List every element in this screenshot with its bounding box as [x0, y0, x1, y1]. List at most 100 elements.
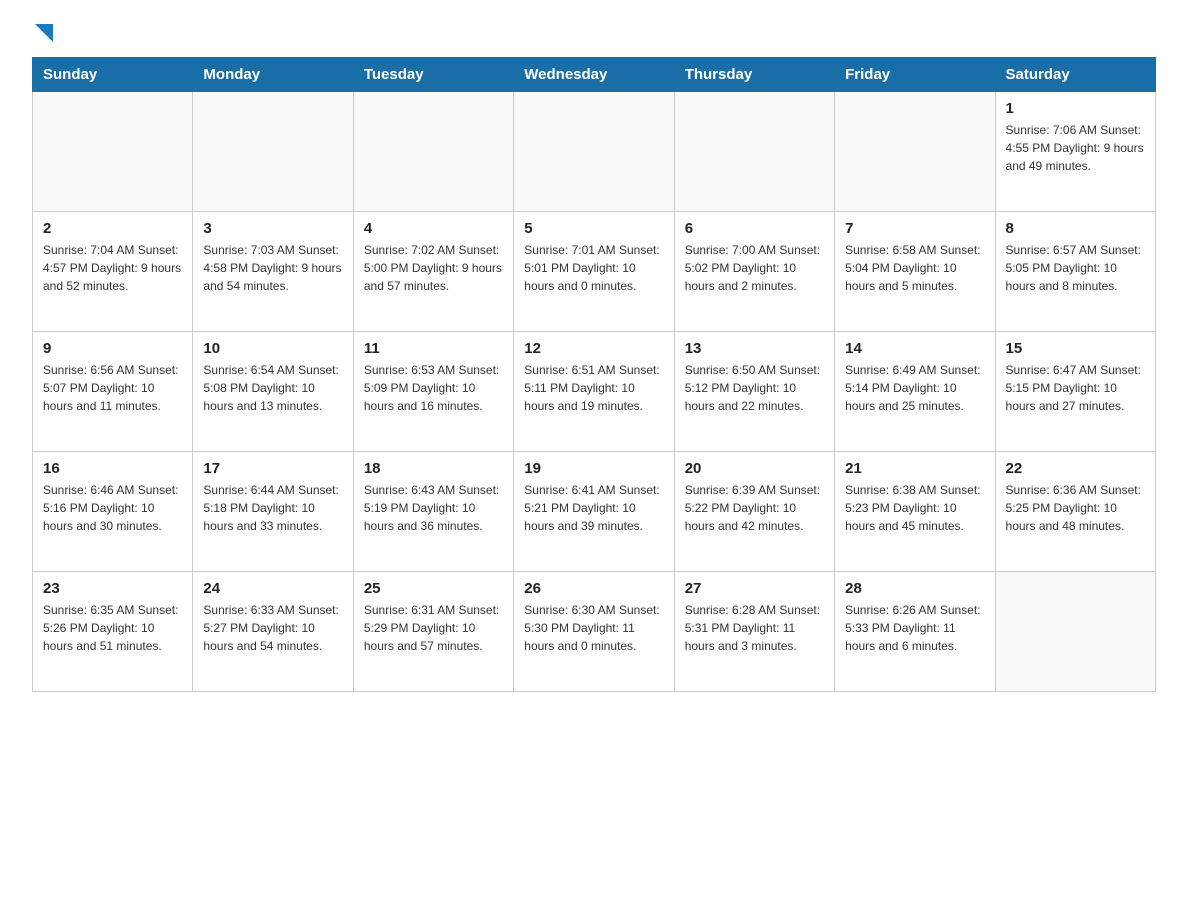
day-info: Sunrise: 6:30 AM Sunset: 5:30 PM Dayligh… — [524, 601, 663, 655]
day-number: 16 — [43, 460, 182, 477]
day-info: Sunrise: 6:36 AM Sunset: 5:25 PM Dayligh… — [1006, 481, 1145, 535]
logo — [32, 24, 53, 45]
day-info: Sunrise: 7:03 AM Sunset: 4:58 PM Dayligh… — [203, 241, 342, 295]
week-row-2: 2 Sunrise: 7:04 AM Sunset: 4:57 PM Daylig… — [33, 212, 1156, 332]
weekday-header-thursday: Thursday — [674, 58, 834, 92]
calendar-cell: 13Sunrise: 6:50 AM Sunset: 5:12 PM Dayli… — [674, 332, 834, 452]
day-info: Sunrise: 6:51 AM Sunset: 5:11 PM Dayligh… — [524, 361, 663, 415]
calendar-cell: 25 Sunrise: 6:31 AM Sunset: 5:29 PM Dayli… — [353, 572, 513, 692]
calendar-cell: 1Sunrise: 7:06 AM Sunset: 4:55 PM Daylig… — [995, 92, 1155, 212]
day-info: Sunrise: 6:26 AM Sunset: 5:33 PM Dayligh… — [845, 601, 984, 655]
calendar-cell: 5 Sunrise: 7:01 AM Sunset: 5:01 PM Daylig… — [514, 212, 674, 332]
day-number: 19 — [524, 460, 663, 477]
day-number: 2 — [43, 220, 182, 237]
weekday-header-friday: Friday — [835, 58, 995, 92]
day-number: 24 — [203, 580, 342, 597]
calendar-cell: 8 Sunrise: 6:57 AM Sunset: 5:05 PM Daylig… — [995, 212, 1155, 332]
calendar-cell: 26 Sunrise: 6:30 AM Sunset: 5:30 PM Dayli… — [514, 572, 674, 692]
day-number: 18 — [364, 460, 503, 477]
day-number: 5 — [524, 220, 663, 237]
calendar-cell: 4 Sunrise: 7:02 AM Sunset: 5:00 PM Daylig… — [353, 212, 513, 332]
day-info: Sunrise: 6:49 AM Sunset: 5:14 PM Dayligh… — [845, 361, 984, 415]
week-row-5: 23 Sunrise: 6:35 AM Sunset: 5:26 PM Dayli… — [33, 572, 1156, 692]
calendar-cell — [514, 92, 674, 212]
day-info: Sunrise: 6:35 AM Sunset: 5:26 PM Dayligh… — [43, 601, 182, 655]
calendar-cell: 20 Sunrise: 6:39 AM Sunset: 5:22 PM Dayli… — [674, 452, 834, 572]
weekday-header-saturday: Saturday — [995, 58, 1155, 92]
week-row-3: 9Sunrise: 6:56 AM Sunset: 5:07 PM Daylig… — [33, 332, 1156, 452]
calendar-cell — [33, 92, 193, 212]
calendar-body: 1Sunrise: 7:06 AM Sunset: 4:55 PM Daylig… — [33, 92, 1156, 692]
calendar-cell: 2 Sunrise: 7:04 AM Sunset: 4:57 PM Daylig… — [33, 212, 193, 332]
day-number: 12 — [524, 340, 663, 357]
day-number: 15 — [1006, 340, 1145, 357]
calendar-cell: 3 Sunrise: 7:03 AM Sunset: 4:58 PM Daylig… — [193, 212, 353, 332]
day-number: 23 — [43, 580, 182, 597]
day-number: 26 — [524, 580, 663, 597]
calendar-cell: 6 Sunrise: 7:00 AM Sunset: 5:02 PM Daylig… — [674, 212, 834, 332]
day-number: 14 — [845, 340, 984, 357]
day-number: 20 — [685, 460, 824, 477]
day-info: Sunrise: 6:43 AM Sunset: 5:19 PM Dayligh… — [364, 481, 503, 535]
day-number: 28 — [845, 580, 984, 597]
week-row-1: 1Sunrise: 7:06 AM Sunset: 4:55 PM Daylig… — [33, 92, 1156, 212]
calendar-cell: 9Sunrise: 6:56 AM Sunset: 5:07 PM Daylig… — [33, 332, 193, 452]
calendar-cell: 19 Sunrise: 6:41 AM Sunset: 5:21 PM Dayli… — [514, 452, 674, 572]
day-info: Sunrise: 6:41 AM Sunset: 5:21 PM Dayligh… — [524, 481, 663, 535]
logo-triangle-icon — [35, 24, 53, 47]
calendar-table: SundayMondayTuesdayWednesdayThursdayFrid… — [32, 57, 1156, 692]
calendar-cell: 24 Sunrise: 6:33 AM Sunset: 5:27 PM Dayli… — [193, 572, 353, 692]
calendar-cell: 7Sunrise: 6:58 AM Sunset: 5:04 PM Daylig… — [835, 212, 995, 332]
calendar-cell: 22 Sunrise: 6:36 AM Sunset: 5:25 PM Dayli… — [995, 452, 1155, 572]
weekday-header-sunday: Sunday — [33, 58, 193, 92]
calendar-cell: 28 Sunrise: 6:26 AM Sunset: 5:33 PM Dayli… — [835, 572, 995, 692]
day-info: Sunrise: 6:31 AM Sunset: 5:29 PM Dayligh… — [364, 601, 503, 655]
calendar-cell — [193, 92, 353, 212]
calendar-cell — [353, 92, 513, 212]
day-number: 21 — [845, 460, 984, 477]
day-info: Sunrise: 7:00 AM Sunset: 5:02 PM Dayligh… — [685, 241, 824, 295]
day-info: Sunrise: 6:57 AM Sunset: 5:05 PM Dayligh… — [1006, 241, 1145, 295]
weekday-header-tuesday: Tuesday — [353, 58, 513, 92]
day-number: 17 — [203, 460, 342, 477]
day-info: Sunrise: 7:04 AM Sunset: 4:57 PM Dayligh… — [43, 241, 182, 295]
calendar-cell — [835, 92, 995, 212]
weekday-header-wednesday: Wednesday — [514, 58, 674, 92]
day-number: 4 — [364, 220, 503, 237]
day-info: Sunrise: 7:01 AM Sunset: 5:01 PM Dayligh… — [524, 241, 663, 295]
calendar-cell: 10 Sunrise: 6:54 AM Sunset: 5:08 PM Dayli… — [193, 332, 353, 452]
calendar-cell: 14 Sunrise: 6:49 AM Sunset: 5:14 PM Dayli… — [835, 332, 995, 452]
calendar-cell: 18 Sunrise: 6:43 AM Sunset: 5:19 PM Dayli… — [353, 452, 513, 572]
weekday-header-row: SundayMondayTuesdayWednesdayThursdayFrid… — [33, 58, 1156, 92]
day-info: Sunrise: 6:28 AM Sunset: 5:31 PM Dayligh… — [685, 601, 824, 655]
day-number: 22 — [1006, 460, 1145, 477]
day-info: Sunrise: 6:58 AM Sunset: 5:04 PM Dayligh… — [845, 241, 984, 295]
day-info: Sunrise: 7:02 AM Sunset: 5:00 PM Dayligh… — [364, 241, 503, 295]
day-number: 27 — [685, 580, 824, 597]
day-info: Sunrise: 6:54 AM Sunset: 5:08 PM Dayligh… — [203, 361, 342, 415]
day-number: 9 — [43, 340, 182, 357]
calendar-cell: 12 Sunrise: 6:51 AM Sunset: 5:11 PM Dayli… — [514, 332, 674, 452]
day-info: Sunrise: 6:38 AM Sunset: 5:23 PM Dayligh… — [845, 481, 984, 535]
day-info: Sunrise: 6:47 AM Sunset: 5:15 PM Dayligh… — [1006, 361, 1145, 415]
week-row-4: 16 Sunrise: 6:46 AM Sunset: 5:16 PM Dayli… — [33, 452, 1156, 572]
day-info: Sunrise: 6:39 AM Sunset: 5:22 PM Dayligh… — [685, 481, 824, 535]
day-number: 25 — [364, 580, 503, 597]
day-info: Sunrise: 6:44 AM Sunset: 5:18 PM Dayligh… — [203, 481, 342, 535]
calendar-cell: 15 Sunrise: 6:47 AM Sunset: 5:15 PM Dayli… — [995, 332, 1155, 452]
weekday-header-monday: Monday — [193, 58, 353, 92]
calendar-cell: 21 Sunrise: 6:38 AM Sunset: 5:23 PM Dayli… — [835, 452, 995, 572]
calendar-cell: 27 Sunrise: 6:28 AM Sunset: 5:31 PM Dayli… — [674, 572, 834, 692]
day-number: 6 — [685, 220, 824, 237]
calendar-cell: 11Sunrise: 6:53 AM Sunset: 5:09 PM Dayli… — [353, 332, 513, 452]
calendar-cell: 16 Sunrise: 6:46 AM Sunset: 5:16 PM Dayli… — [33, 452, 193, 572]
day-info: Sunrise: 7:06 AM Sunset: 4:55 PM Dayligh… — [1006, 121, 1145, 175]
day-number: 8 — [1006, 220, 1145, 237]
day-info: Sunrise: 6:53 AM Sunset: 5:09 PM Dayligh… — [364, 361, 503, 415]
day-info: Sunrise: 6:50 AM Sunset: 5:12 PM Dayligh… — [685, 361, 824, 415]
day-number: 3 — [203, 220, 342, 237]
day-info: Sunrise: 6:46 AM Sunset: 5:16 PM Dayligh… — [43, 481, 182, 535]
day-number: 10 — [203, 340, 342, 357]
calendar-header: SundayMondayTuesdayWednesdayThursdayFrid… — [33, 58, 1156, 92]
day-info: Sunrise: 6:33 AM Sunset: 5:27 PM Dayligh… — [203, 601, 342, 655]
